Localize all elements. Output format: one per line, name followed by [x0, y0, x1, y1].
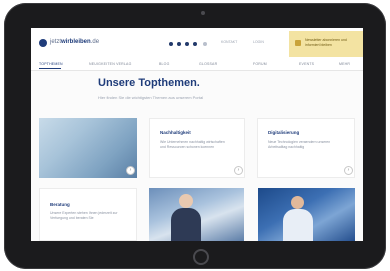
card-title: Digitalisierung: [268, 130, 300, 135]
logo-prefix: jetzt: [50, 39, 62, 45]
home-button[interactable]: [193, 249, 209, 265]
nav-item-neuigkeiten[interactable]: NEUIGKEITEN VERLAG: [89, 62, 132, 66]
chevron-right-icon[interactable]: ›: [344, 166, 353, 175]
header-link-login[interactable]: LOGIN: [253, 40, 264, 44]
card-title: Nachhaltigkeit: [160, 130, 191, 135]
logo-icon[interactable]: [39, 39, 47, 47]
person-head: [179, 194, 193, 208]
facebook-icon[interactable]: [169, 42, 173, 46]
person-figure: [283, 209, 313, 241]
nav-item-topthemen[interactable]: TOPTHEMEN: [39, 62, 63, 66]
card-title: Beratung: [50, 202, 70, 207]
nav-item-forum[interactable]: FORUM: [253, 62, 267, 66]
person-head: [291, 196, 304, 209]
newsletter-promo[interactable]: Newsletter abonnieren und informiert ble…: [289, 31, 363, 57]
person-figure: [171, 208, 201, 241]
browser-screen: jetztwirbleiben.de KONTAKT LOGIN Newslet…: [31, 28, 363, 241]
site-header: jetztwirbleiben.de KONTAKT LOGIN Newslet…: [31, 28, 363, 58]
linkedin-icon[interactable]: [185, 42, 189, 46]
nav-item-blog[interactable]: BLOG: [159, 62, 170, 66]
topic-card-2[interactable]: Digitalisierung Neue Technologien veraen…: [257, 118, 355, 178]
page-subtitle: Hier finden Sie die wichtigsten Themen a…: [98, 95, 204, 100]
card-text: Wie Unternehmen nachhaltig wirtschaften …: [160, 140, 225, 149]
logo[interactable]: jetztwirbleiben.de: [50, 39, 99, 45]
card-text: Neue Technologien veraendern unseren Arb…: [268, 140, 331, 149]
nav-item-glossar[interactable]: GLOSSAR: [199, 62, 217, 66]
topic-card-3[interactable]: Beratung Unsere Experten stehen Ihnen je…: [39, 188, 137, 241]
newsletter-icon: [295, 40, 301, 46]
nav-item-events[interactable]: EVENTS: [299, 62, 314, 66]
nav-item-mehr[interactable]: MEHR: [339, 62, 350, 66]
logo-suffix: .de: [90, 39, 100, 45]
chevron-right-icon[interactable]: ›: [126, 166, 135, 175]
card-text: Unsere Experten stehen Ihnen jederzeit z…: [50, 211, 118, 220]
main-nav: TOPTHEMEN NEUIGKEITEN VERLAG BLOG GLOSSA…: [31, 58, 363, 71]
xing-icon[interactable]: [193, 42, 197, 46]
logo-bold: wirbleiben: [61, 39, 91, 45]
header-link-kontakt[interactable]: KONTAKT: [221, 40, 237, 44]
chevron-right-icon[interactable]: ›: [234, 166, 243, 175]
topic-card-1[interactable]: Nachhaltigkeit Wie Unternehmen nachhalti…: [149, 118, 245, 178]
promo-text: Newsletter abonnieren und informiert ble…: [305, 38, 347, 47]
camera-icon: [201, 11, 205, 15]
twitter-icon[interactable]: [177, 42, 181, 46]
page-title: Unsere Topthemen.: [98, 77, 200, 89]
nav-active-indicator: [39, 68, 61, 69]
topic-image[interactable]: [39, 118, 137, 178]
search-icon[interactable]: [203, 42, 207, 46]
